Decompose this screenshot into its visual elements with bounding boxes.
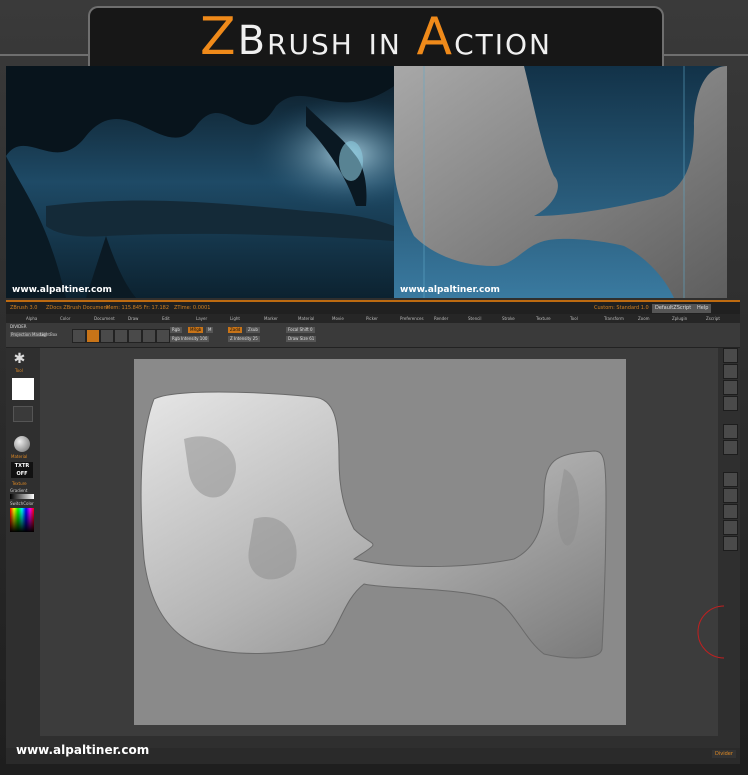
scroll-icon[interactable] bbox=[723, 348, 738, 363]
brush-cursor-icon bbox=[697, 605, 725, 659]
polyframe-icon[interactable] bbox=[723, 520, 738, 535]
ztime-readout: ZTime: 0.0001 bbox=[174, 305, 211, 311]
floor-icon[interactable] bbox=[723, 440, 738, 455]
rotate-button[interactable] bbox=[142, 329, 156, 343]
material-label: Material bbox=[11, 454, 28, 459]
divider-button[interactable]: Divider bbox=[712, 750, 736, 758]
texture-off-button[interactable]: TXTR OFF bbox=[11, 462, 33, 478]
menu-draw[interactable]: Draw bbox=[128, 314, 138, 323]
alpha-thumbnail[interactable] bbox=[13, 406, 33, 422]
menu-edit[interactable]: Edit bbox=[162, 314, 170, 323]
aahalf-icon[interactable] bbox=[723, 396, 738, 411]
divider-label: DIVIDER bbox=[10, 324, 27, 329]
edit-button[interactable] bbox=[86, 329, 100, 343]
draw-button[interactable] bbox=[100, 329, 114, 343]
lightbox-button[interactable]: LightBox bbox=[40, 332, 57, 337]
rotate-alt-button[interactable] bbox=[156, 329, 170, 343]
left-shelf: ✱ Tool Material TXTR OFF Texture Gradien… bbox=[6, 348, 38, 748]
actual-size-icon[interactable] bbox=[723, 380, 738, 395]
app-name: ZBrush 3.0 bbox=[10, 305, 38, 311]
z-intensity-slider[interactable]: Z Intensity 25 bbox=[228, 336, 260, 342]
help-button[interactable]: Help bbox=[694, 304, 712, 313]
memory-readout: Mem: 115.845 Fr: 17.182 bbox=[106, 305, 170, 311]
title-banner: ZBrush in Action bbox=[88, 6, 664, 67]
gradient-swatch[interactable] bbox=[10, 494, 34, 499]
tool-label: Tool bbox=[15, 368, 23, 373]
custom-label: Custom: Standard 1.0 bbox=[594, 305, 649, 311]
menu-light[interactable]: Light bbox=[230, 314, 240, 323]
texture-label: Texture bbox=[12, 481, 27, 486]
menu-document[interactable]: Document bbox=[94, 314, 115, 323]
menu-picker[interactable]: Picker bbox=[366, 314, 378, 323]
right-watermark: www.alpaltiner.com bbox=[400, 285, 500, 295]
menu-stroke[interactable]: Stroke bbox=[502, 314, 515, 323]
mrgb-toggle[interactable]: MRgb bbox=[188, 327, 204, 333]
sculpt-overlay-image: www.alpaltiner.com bbox=[394, 66, 727, 298]
menu-zoom[interactable]: Zoom bbox=[638, 314, 650, 323]
draw-size-slider[interactable]: Draw Size 61 bbox=[286, 336, 317, 342]
top-shelf: DIVIDER Projection Master LightBox Rgb M… bbox=[6, 323, 740, 348]
menu-material[interactable]: Material bbox=[298, 314, 314, 323]
color-picker[interactable] bbox=[10, 508, 34, 532]
transp-icon[interactable] bbox=[723, 536, 738, 551]
menu-stencil[interactable]: Stencil bbox=[468, 314, 482, 323]
move-icon[interactable] bbox=[723, 472, 738, 487]
zbrush-titlebar: ZBrush 3.0 ZDocs ZBrush Document Mem: 11… bbox=[6, 302, 740, 314]
zsub-toggle[interactable]: Zsub bbox=[246, 327, 260, 333]
menu-layer[interactable]: Layer bbox=[196, 314, 207, 323]
menu-preferences[interactable]: Preferences bbox=[400, 314, 424, 323]
menu-tool[interactable]: Tool bbox=[570, 314, 578, 323]
quicksketch-button[interactable] bbox=[72, 329, 86, 343]
scale-button[interactable] bbox=[128, 329, 142, 343]
rgb-intensity-slider[interactable]: Rgb Intensity 100 bbox=[170, 336, 210, 342]
main-menu: Alpha Color Document Draw Edit Layer Light Mark… bbox=[6, 314, 740, 323]
document-name: ZDocs ZBrush Document bbox=[46, 305, 109, 311]
right-shelf bbox=[720, 348, 740, 748]
material-sphere-icon[interactable] bbox=[14, 436, 30, 452]
m-toggle[interactable]: M bbox=[206, 327, 214, 333]
focal-shift-slider[interactable]: Focal Shift 0 bbox=[286, 327, 315, 333]
menu-texture[interactable]: Texture bbox=[536, 314, 551, 323]
rgb-toggle[interactable]: Rgb bbox=[170, 327, 182, 333]
sculpt-mesh bbox=[140, 391, 607, 659]
zadd-toggle[interactable]: Zadd bbox=[228, 327, 243, 333]
site-url[interactable]: www.alpaltiner.com bbox=[16, 743, 149, 757]
menu-color[interactable]: Color bbox=[60, 314, 70, 323]
persp-icon[interactable] bbox=[723, 424, 738, 439]
menu-transform[interactable]: Transform bbox=[604, 314, 624, 323]
gradient-label: Gradient bbox=[10, 488, 28, 493]
menu-marker[interactable]: Marker bbox=[264, 314, 278, 323]
page-title: ZBrush in Action bbox=[200, 7, 552, 67]
menu-zplugin[interactable]: Zplugin bbox=[672, 314, 687, 323]
current-tool-thumbnail[interactable] bbox=[12, 378, 34, 400]
menu-alpha[interactable]: Alpha bbox=[26, 314, 37, 323]
menu-movie[interactable]: Movie bbox=[332, 314, 344, 323]
rotate-icon[interactable] bbox=[723, 504, 738, 519]
concept-art-image: www.alpaltiner.com bbox=[6, 66, 394, 298]
switch-color-label[interactable]: SwitchColor bbox=[10, 501, 34, 506]
menu-zscript[interactable]: Zscript bbox=[706, 314, 720, 323]
move-button[interactable] bbox=[114, 329, 128, 343]
scale-icon[interactable] bbox=[723, 488, 738, 503]
zbrush-window: ZBrush 3.0 ZDocs ZBrush Document Mem: 11… bbox=[6, 300, 740, 764]
zoom-icon[interactable] bbox=[723, 364, 738, 379]
default-zscript-button[interactable]: DefaultZScript bbox=[652, 304, 695, 313]
left-watermark: www.alpaltiner.com bbox=[12, 285, 112, 295]
menu-render[interactable]: Render bbox=[434, 314, 448, 323]
document-canvas[interactable] bbox=[134, 359, 626, 725]
tool-star-icon[interactable]: ✱ bbox=[13, 351, 26, 367]
